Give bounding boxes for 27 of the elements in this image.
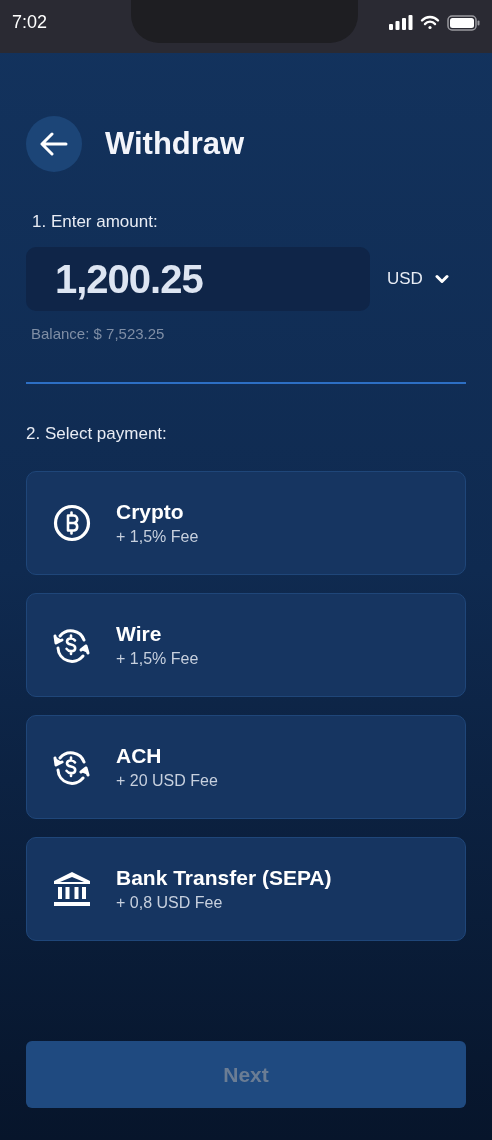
balance-text: Balance: $ 7,523.25 bbox=[31, 324, 166, 344]
method-name: Bank Transfer (SEPA) bbox=[116, 864, 332, 891]
signal-icon bbox=[389, 15, 413, 30]
payment-method-card[interactable]: Wire + 1,5% Fee bbox=[26, 592, 466, 697]
method-fee: + 1,5% Fee bbox=[116, 526, 199, 547]
method-fee: + 0,8 USD Fee bbox=[116, 892, 224, 913]
wifi-icon bbox=[420, 15, 440, 30]
amount-label: 1. Enter amount: bbox=[32, 211, 159, 233]
method-fee: + 20 USD Fee bbox=[116, 770, 218, 791]
chevron-down-icon bbox=[434, 274, 449, 284]
method-fee: + 1,5% Fee bbox=[116, 648, 199, 669]
payment-label: 2. Select payment: bbox=[26, 422, 168, 445]
back-arrow-icon bbox=[40, 132, 68, 156]
method-name: Wire bbox=[116, 620, 163, 647]
battery-icon bbox=[447, 14, 480, 31]
bank-icon bbox=[53, 869, 91, 908]
back-button[interactable] bbox=[26, 116, 82, 172]
page-title: Withdraw bbox=[105, 124, 245, 163]
amount-field[interactable]: 1,200.25 bbox=[26, 247, 370, 311]
coin-icon bbox=[53, 503, 91, 542]
payment-method-card[interactable]: Crypto + 1,5% Fee bbox=[26, 470, 466, 575]
method-name: Crypto bbox=[116, 498, 185, 525]
status-time: 7:02 bbox=[12, 11, 48, 34]
method-name: ACH bbox=[116, 742, 163, 769]
currency-dropdown[interactable]: USD bbox=[387, 266, 449, 292]
payment-method-card[interactable]: ACH + 20 USD Fee bbox=[26, 714, 466, 819]
payment-method-card[interactable]: Bank Transfer (SEPA) + 0,8 USD Fee bbox=[26, 836, 466, 941]
